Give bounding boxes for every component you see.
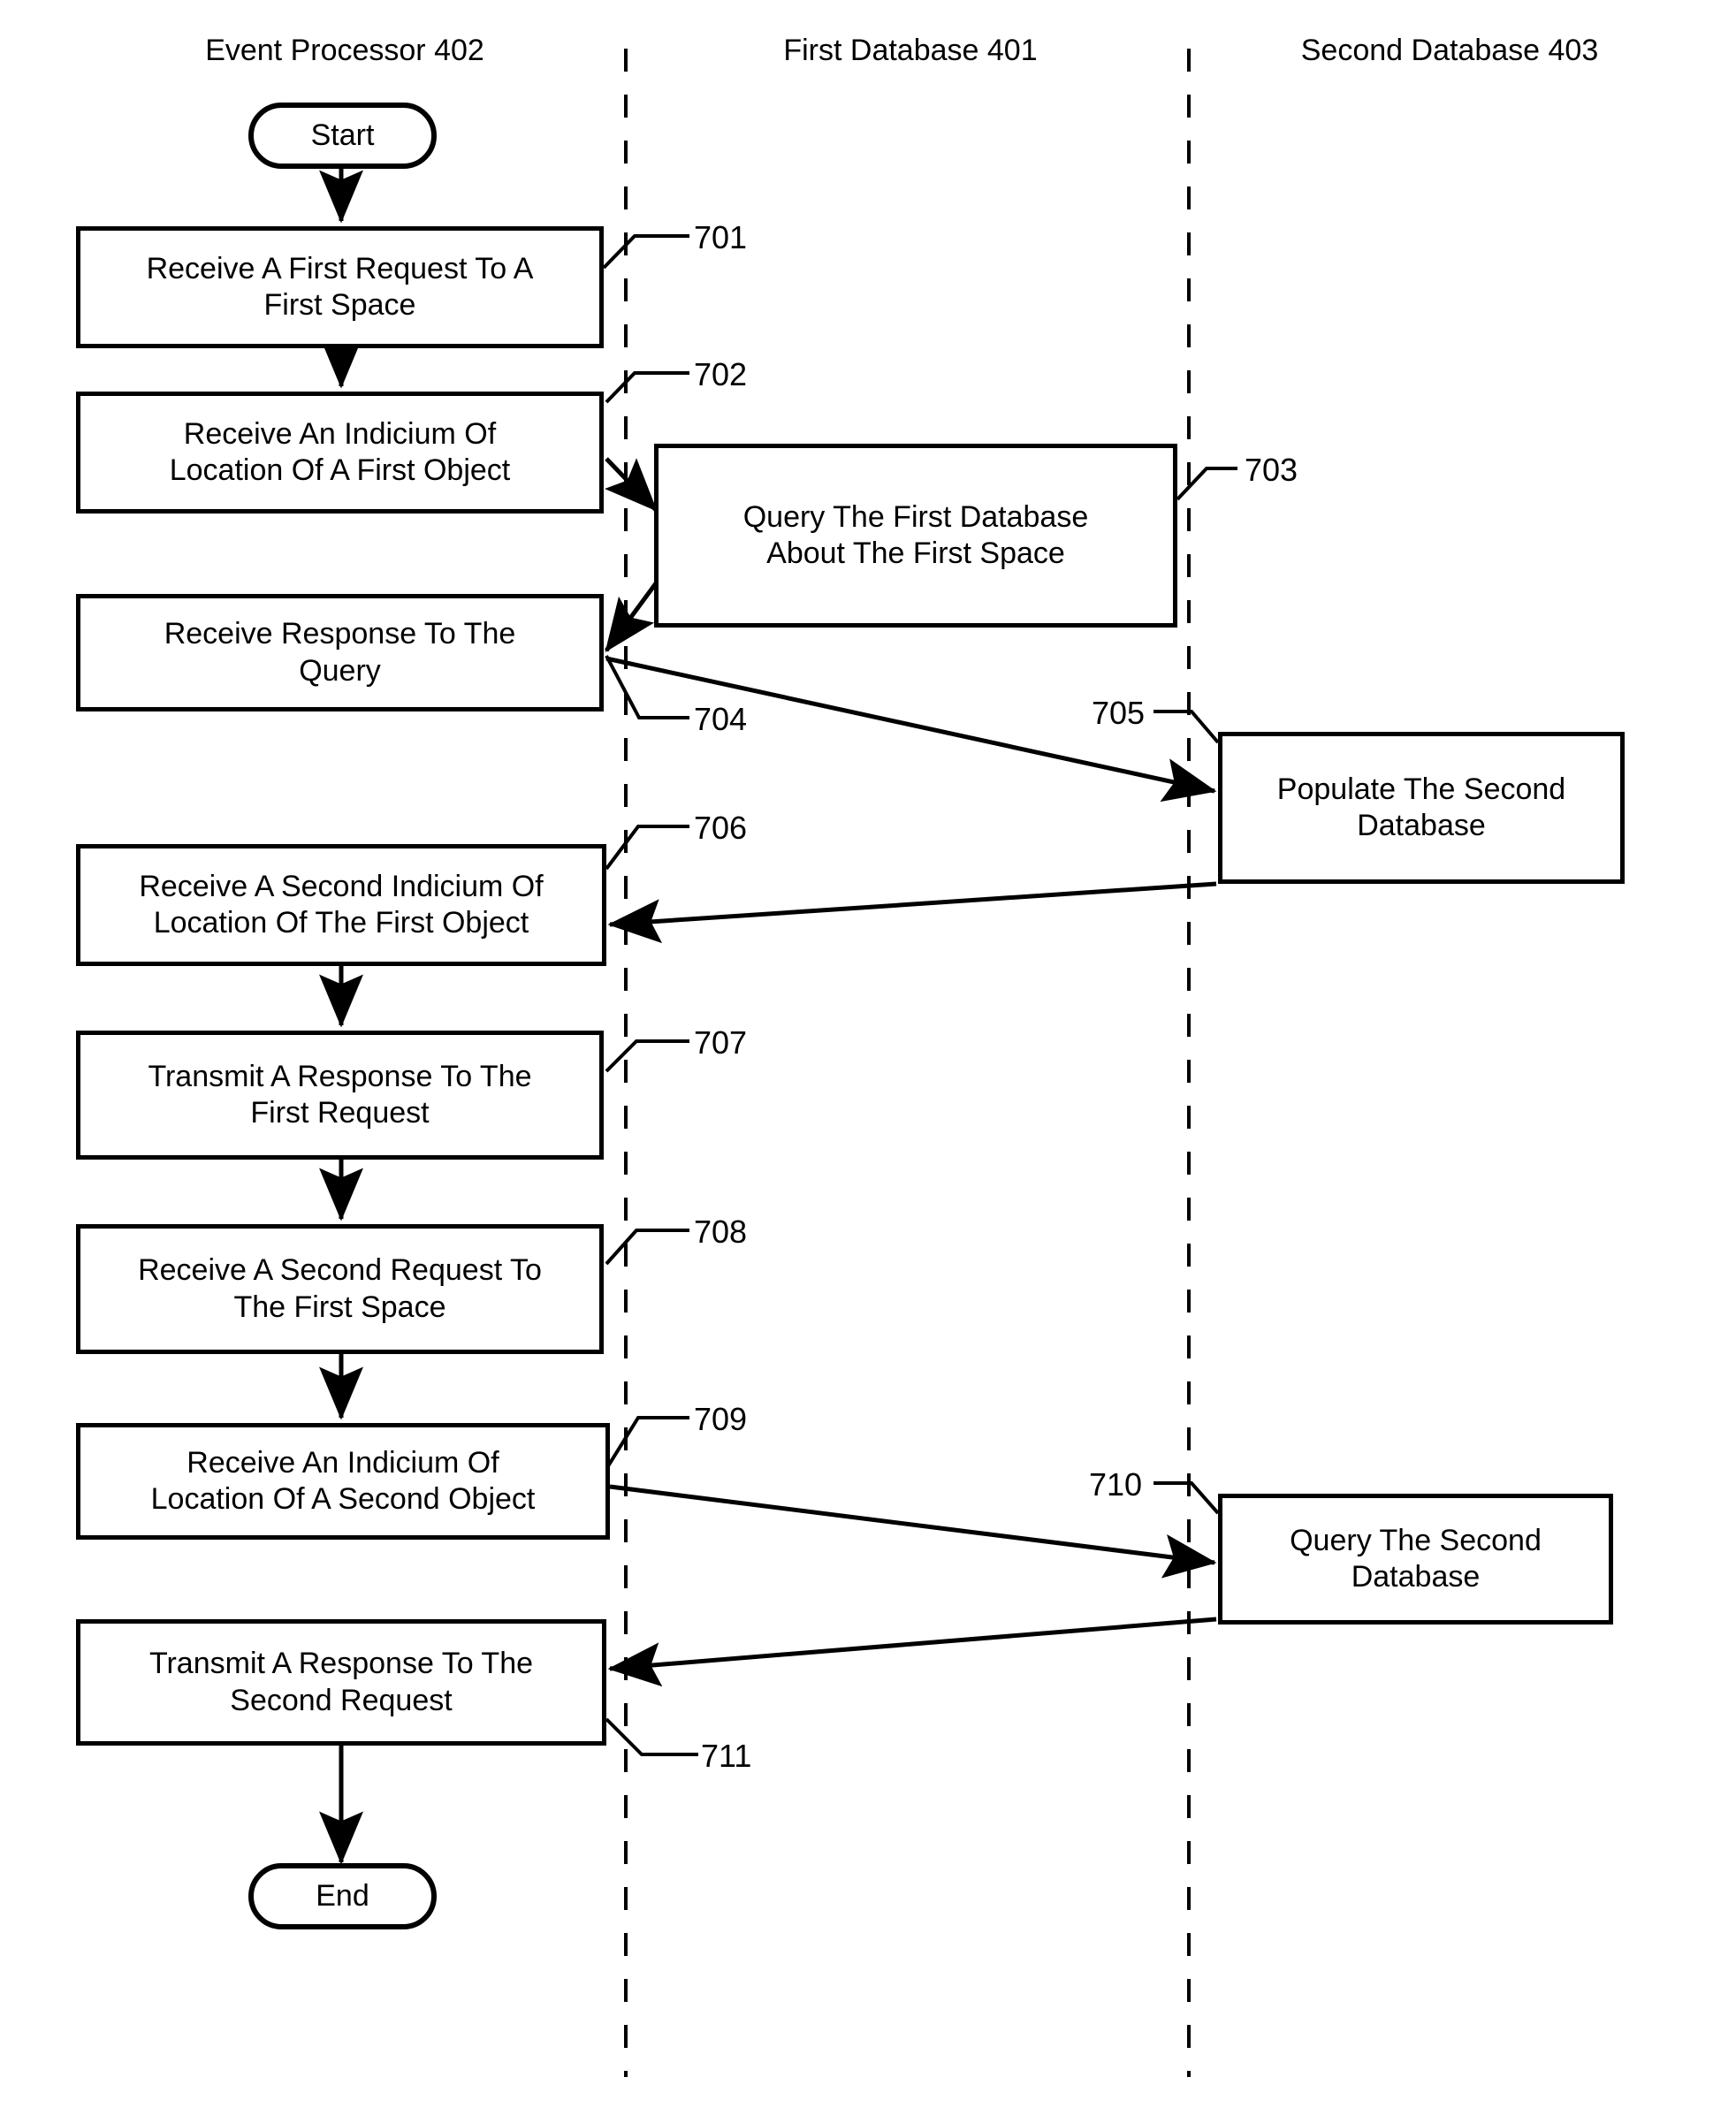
ref-numeral-705: 705 bbox=[1092, 695, 1146, 731]
step-box-705: Populate The Second Database bbox=[1218, 732, 1625, 884]
patent-figure-page: Event Processor 402 First Database 401 S… bbox=[0, 0, 1736, 2123]
ref-numeral-709: 709 bbox=[694, 1401, 748, 1437]
terminal-start: Start bbox=[248, 103, 437, 169]
leader-704 bbox=[605, 655, 689, 719]
leader-711 bbox=[605, 1717, 698, 1756]
step-707-line2: First Request bbox=[250, 1096, 430, 1130]
lane-header-first-database: First Database 401 bbox=[783, 34, 1038, 67]
step-box-706: Receive A Second Indicium Of Location Of… bbox=[76, 844, 606, 966]
leader-701 bbox=[602, 234, 689, 270]
leader-707 bbox=[605, 1039, 689, 1073]
step-box-711: Transmit A Response To The Second Reques… bbox=[76, 1619, 606, 1746]
step-704-line2: Query bbox=[299, 653, 381, 688]
step-710-line2: Database bbox=[1351, 1560, 1481, 1594]
step-707-line1: Transmit A Response To The bbox=[148, 1059, 532, 1093]
step-box-709: Receive An Indicium Of Location Of A Sec… bbox=[76, 1423, 610, 1540]
step-704-line1: Receive Response To The bbox=[164, 617, 516, 651]
step-705-line1: Populate The Second bbox=[1276, 772, 1566, 806]
lane-header-event-processor: Event Processor 402 bbox=[205, 34, 484, 67]
lane-header-second-database: Second Database 403 bbox=[1300, 34, 1599, 67]
terminal-end-label: End bbox=[316, 1879, 369, 1913]
ref-numeral-703: 703 bbox=[1245, 452, 1298, 488]
step-706-line1: Receive A Second Indicium Of bbox=[139, 869, 544, 903]
step-box-703: Query The First Database About The First… bbox=[654, 444, 1177, 628]
terminal-end: End bbox=[248, 1863, 437, 1929]
step-709-line2: Location Of A Second Object bbox=[150, 1482, 536, 1516]
step-702-line2: Location Of A First Object bbox=[169, 453, 511, 487]
ref-numeral-704: 704 bbox=[694, 701, 748, 737]
step-box-707: Transmit A Response To The First Request bbox=[76, 1031, 604, 1160]
leader-703 bbox=[1176, 467, 1237, 501]
ref-numeral-706: 706 bbox=[694, 810, 748, 846]
connector-702-703 bbox=[605, 457, 658, 512]
leader-702 bbox=[605, 371, 689, 404]
step-703-line1: Query The First Database bbox=[742, 499, 1089, 534]
step-703-line2: About The First Space bbox=[766, 536, 1065, 570]
step-711-line1: Transmit A Response To The bbox=[148, 1647, 534, 1681]
step-709-line1: Receive An Indicium Of bbox=[187, 1445, 499, 1480]
leader-709 bbox=[605, 1416, 689, 1471]
step-708-line1: Receive A Second Request To bbox=[138, 1253, 542, 1288]
ref-numeral-708: 708 bbox=[694, 1214, 748, 1250]
connector-705-706 bbox=[607, 881, 1217, 944]
leader-708 bbox=[605, 1229, 689, 1266]
step-705-line2: Database bbox=[1357, 809, 1486, 842]
step-708-line2: The First Space bbox=[233, 1290, 446, 1324]
step-710-line1: Query The Second bbox=[1290, 1523, 1542, 1557]
step-706-line2: Location Of The First Object bbox=[153, 906, 529, 940]
step-702-line1: Receive An Indicium Of bbox=[183, 416, 497, 451]
step-box-710: Query The Second Database bbox=[1218, 1494, 1613, 1625]
terminal-start-label: Start bbox=[310, 118, 375, 152]
step-box-701: Receive A First Request To A First Space bbox=[76, 226, 604, 348]
ref-numeral-710: 710 bbox=[1089, 1466, 1143, 1503]
leader-706 bbox=[605, 825, 689, 871]
step-box-702: Receive An Indicium Of Location Of A Fir… bbox=[76, 392, 604, 514]
step-701-line1: Receive A First Request To A bbox=[146, 251, 534, 285]
step-711-line2: Second Request bbox=[230, 1683, 453, 1717]
ref-numeral-702: 702 bbox=[694, 356, 748, 392]
ref-numeral-701: 701 bbox=[694, 219, 748, 255]
connector-710-711 bbox=[607, 1617, 1217, 1687]
ref-numeral-711: 711 bbox=[701, 1738, 752, 1774]
step-box-708: Receive A Second Request To The First Sp… bbox=[76, 1224, 604, 1354]
step-box-704: Receive Response To The Query bbox=[76, 594, 604, 711]
connector-703-704 bbox=[604, 582, 659, 653]
leader-710 bbox=[1154, 1481, 1220, 1515]
leader-705 bbox=[1154, 710, 1220, 744]
ref-numeral-707: 707 bbox=[694, 1024, 748, 1061]
step-701-line2: First Space bbox=[263, 288, 416, 322]
